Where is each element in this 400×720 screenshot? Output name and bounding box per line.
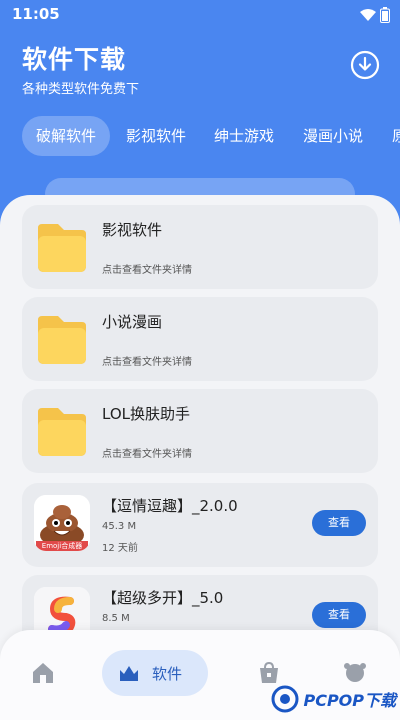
folder-desc: 点击查看文件夹详情 bbox=[102, 265, 192, 276]
folder-desc: 点击查看文件夹详情 bbox=[102, 357, 192, 368]
app-name: 【逗情逗趣】_2.0.0 bbox=[102, 497, 238, 515]
home-icon[interactable] bbox=[30, 660, 56, 686]
folder-desc: 点击查看文件夹详情 bbox=[102, 449, 192, 460]
view-button[interactable]: 查看 bbox=[312, 602, 366, 628]
category-tabs: 破解软件 影视软件 绅士游戏 漫画小说 原 bbox=[0, 112, 400, 162]
watermark-text: PCPOP下载 bbox=[303, 691, 396, 710]
tab-more[interactable]: 原 bbox=[378, 116, 400, 156]
tab-video-software[interactable]: 影视软件 bbox=[112, 116, 200, 156]
app-thumbnail: Emoji合成器 bbox=[34, 495, 90, 551]
app-age: 12 天前 bbox=[102, 543, 138, 554]
folder-card[interactable]: LOL换肤助手 点击查看文件夹详情 bbox=[22, 389, 378, 473]
folder-card[interactable]: 小说漫画 点击查看文件夹详情 bbox=[22, 297, 378, 381]
status-bar: 11:05 bbox=[0, 0, 400, 30]
tab-cracked-software[interactable]: 破解软件 bbox=[22, 116, 111, 156]
tab-comics-novels[interactable]: 漫画小说 bbox=[289, 116, 377, 156]
watermark: PCPOP下载 bbox=[271, 682, 396, 716]
folder-name: 小说漫画 bbox=[102, 313, 163, 331]
battery-icon bbox=[380, 7, 390, 23]
folder-card[interactable]: 影视软件 点击查看文件夹详情 bbox=[22, 205, 378, 289]
view-button[interactable]: 查看 bbox=[312, 510, 366, 536]
folder-name: LOL换肤助手 bbox=[102, 405, 190, 423]
folder-icon bbox=[38, 224, 86, 272]
tab-gentleman-games[interactable]: 绅士游戏 bbox=[200, 116, 288, 156]
status-time: 11:05 bbox=[12, 5, 60, 23]
app-size: 45.3 M bbox=[102, 521, 137, 532]
download-icon[interactable] bbox=[350, 50, 380, 80]
system-icons bbox=[360, 7, 390, 23]
pcpop-logo-icon bbox=[271, 685, 299, 713]
page-subtitle: 各种类型软件免费下 bbox=[22, 82, 140, 97]
folder-name: 影视软件 bbox=[102, 221, 163, 239]
crown-box-icon bbox=[120, 666, 138, 681]
thumbnail-label: Emoji合成器 bbox=[41, 542, 83, 550]
page-title: 软件下载 bbox=[22, 45, 127, 74]
folder-icon bbox=[38, 408, 86, 456]
wifi-icon bbox=[360, 9, 376, 21]
nav-item-software[interactable]: 软件 bbox=[102, 650, 208, 696]
app-size: 8.5 M bbox=[102, 613, 130, 624]
folder-icon bbox=[38, 316, 86, 364]
nav-label-software: 软件 bbox=[152, 665, 183, 683]
app-name: 【超级多开】_5.0 bbox=[102, 589, 224, 607]
app-card[interactable]: Emoji合成器 【逗情逗趣】_2.0.0 45.3 M 12 天前 查看 bbox=[22, 483, 378, 567]
